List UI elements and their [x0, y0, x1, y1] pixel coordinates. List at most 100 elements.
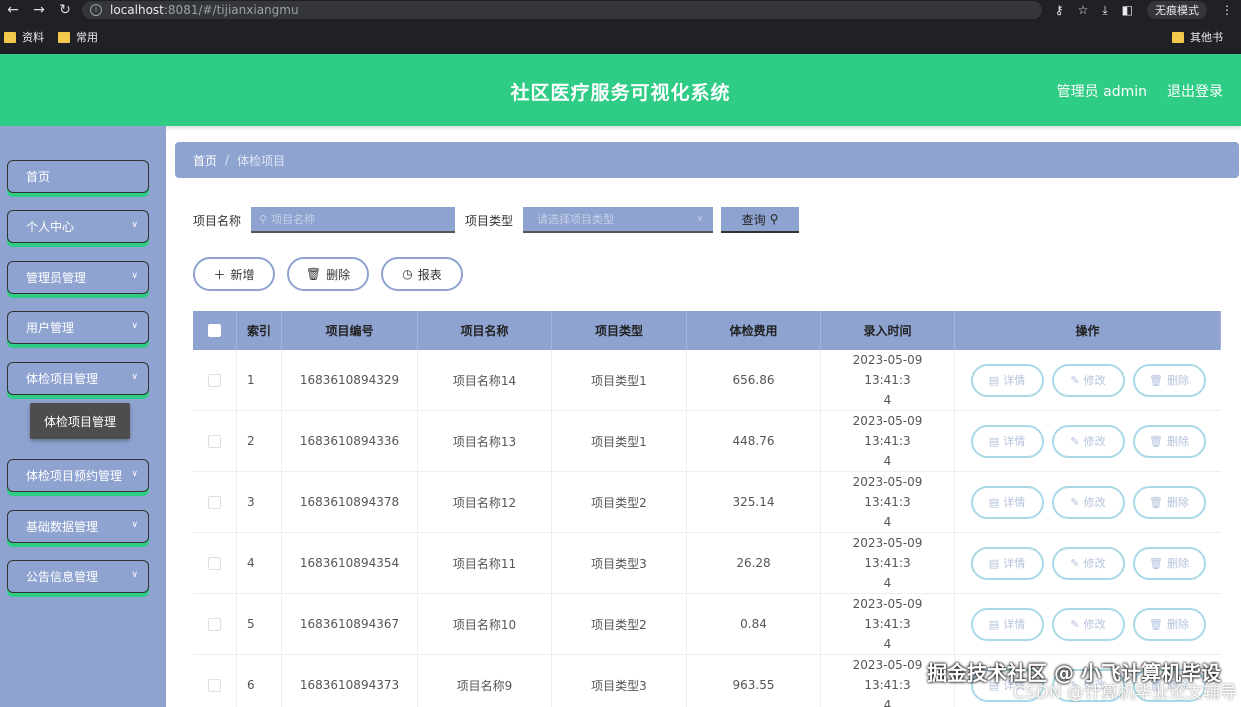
cell-time: 2023-05-09 13:41:3 4	[821, 594, 955, 654]
cell-ops: ▤ 详情 ✎ 修改 🗑 删除	[955, 533, 1221, 593]
cell-ops: ▤ 详情 ✎ 修改 🗑 删除	[955, 472, 1221, 532]
row-checkbox[interactable]	[208, 434, 221, 448]
row-checkbox[interactable]	[208, 556, 221, 570]
cell-time-line2: 4	[883, 576, 892, 590]
sidepanel-icon[interactable]: ◧	[1122, 3, 1133, 17]
row-checkbox[interactable]	[208, 373, 221, 387]
sidebar-item-admins[interactable]: 管理员管理 ∨	[7, 261, 149, 294]
select-all-checkbox[interactable]	[208, 324, 221, 337]
header-index: 索引	[237, 311, 282, 350]
reload-icon[interactable]: ↻	[52, 2, 78, 18]
star-icon[interactable]: ☆	[1078, 3, 1089, 17]
delete-button[interactable]: 🗑 删除	[1132, 546, 1206, 580]
breadcrumb-home[interactable]: 首页	[193, 152, 217, 169]
cell-time-line1: 2023-05-09 13:41:3	[852, 414, 923, 448]
table-row: 4 1683610894354 项目名称11 项目类型3 26.28 2023-05-09…	[193, 533, 1221, 594]
cell-index: 1	[237, 350, 282, 410]
report-button[interactable]: ◷ 报表	[381, 257, 463, 291]
row-select-cell	[193, 350, 237, 410]
delete-button[interactable]: 🗑 删除	[1132, 424, 1206, 458]
cell-fee: 0.84	[687, 594, 821, 654]
edit-button[interactable]: ✎ 修改	[1051, 546, 1125, 580]
cell-type: 项目类型1	[552, 350, 687, 410]
cell-type: 项目类型2	[552, 594, 687, 654]
logout-link[interactable]: 退出登录	[1167, 81, 1223, 101]
row-select-cell	[193, 594, 237, 654]
trash-icon: 🗑	[1149, 617, 1163, 631]
row-checkbox[interactable]	[208, 495, 221, 509]
sidebar-item-appointments[interactable]: 体检项目预约管理 ∨	[7, 459, 149, 492]
chevron-down-icon: ∨	[131, 520, 138, 530]
cell-code: 1683610894336	[282, 411, 418, 471]
trash-icon: 🗑	[1149, 434, 1163, 448]
submenu-item-checkup-projects[interactable]: 体检项目管理	[30, 403, 130, 439]
delete-button[interactable]: 🗑 删除	[1132, 485, 1206, 519]
info-icon[interactable]: i	[90, 4, 102, 16]
select-all-cell	[193, 311, 237, 350]
cell-ops: ▤ 详情 ✎ 修改 🗑 删除	[955, 594, 1221, 654]
table-row: 3 1683610894378 项目名称12 项目类型2 325.14 2023-05-0…	[193, 472, 1221, 533]
detail-button[interactable]: ▤ 详情	[970, 485, 1044, 519]
cell-type: 项目类型3	[552, 655, 687, 707]
back-icon[interactable]: ←	[0, 2, 26, 18]
header-fee: 体检费用	[687, 311, 821, 350]
edit-button[interactable]: ✎ 修改	[1051, 485, 1125, 519]
document-icon: ▤	[988, 434, 1000, 448]
chevron-down-icon: ∨	[131, 321, 138, 331]
trash-icon: 🗑	[1149, 373, 1163, 387]
sidebar-item-base-data[interactable]: 基础数据管理 ∨	[7, 510, 149, 543]
table-body: 1 1683610894329 项目名称14 项目类型1 656.86 2023-05-0…	[193, 350, 1221, 707]
trash-icon: 🗑	[305, 267, 322, 281]
edit-button[interactable]: ✎ 修改	[1051, 424, 1125, 458]
cell-time-line2: 4	[883, 698, 892, 707]
sidebar-item-profile[interactable]: 个人中心 ∨	[7, 210, 149, 243]
address-bar[interactable]: i localhost:8081/#/tijianxiangmu	[82, 1, 1042, 19]
menu-dots-icon[interactable]: ⋮	[1221, 3, 1233, 17]
sidebar-item-announcements[interactable]: 公告信息管理 ∨	[7, 560, 149, 593]
forward-icon[interactable]: →	[26, 2, 52, 18]
sidebar-item-checkup-projects[interactable]: 体检项目管理 ∨	[7, 362, 149, 395]
bookmarks-bar: 资料 常用 其他书	[0, 20, 1241, 54]
edit-button[interactable]: ✎ 修改	[1051, 607, 1125, 641]
bookmark-folder[interactable]: 常用	[58, 29, 98, 45]
incognito-badge[interactable]: 无痕模式	[1147, 1, 1207, 19]
delete-button[interactable]: 🗑 删除	[1132, 363, 1206, 397]
chevron-down-icon: ∨	[131, 271, 138, 281]
batch-delete-button[interactable]: 🗑 删除	[287, 257, 369, 291]
download-icon[interactable]: ⤓	[1102, 3, 1107, 18]
cell-index: 4	[237, 533, 282, 593]
cell-code: 1683610894373	[282, 655, 418, 707]
row-select-cell	[193, 472, 237, 532]
delete-button[interactable]: 🗑 删除	[1132, 607, 1206, 641]
detail-button[interactable]: ▤ 详情	[970, 546, 1044, 580]
row-checkbox[interactable]	[208, 617, 221, 631]
project-type-placeholder: 请选择项目类型	[537, 213, 615, 226]
chevron-down-icon: ∨	[131, 372, 138, 382]
add-button[interactable]: ＋新增	[193, 257, 275, 291]
sidebar-item-home[interactable]: 首页	[7, 160, 149, 193]
edit-button[interactable]: ✎ 修改	[1051, 363, 1125, 397]
project-name-input[interactable]: ⚲ 项目名称	[251, 207, 456, 233]
type-label: 项目类型	[465, 213, 514, 228]
query-button[interactable]: 查询 ⚲	[721, 207, 800, 233]
document-icon: ▤	[988, 617, 1000, 631]
breadcrumb: 首页 / 体检项目	[175, 142, 1239, 178]
sidebar: 首页 个人中心 ∨ 管理员管理 ∨ 用户管理 ∨ 体检项目管理 ∨ 体检项目管理 体检项…	[0, 126, 166, 707]
name-label: 项目名称	[193, 213, 242, 228]
cell-time-line1: 2023-05-09 13:41:3	[852, 475, 923, 509]
project-type-select[interactable]: 请选择项目类型 ∨	[523, 207, 714, 233]
sidebar-item-users[interactable]: 用户管理 ∨	[7, 311, 149, 344]
header-type: 项目类型	[552, 311, 687, 350]
detail-button[interactable]: ▤ 详情	[970, 424, 1044, 458]
cell-time-line1: 2023-05-09 13:41:3	[852, 536, 923, 570]
bookmark-folder[interactable]: 资料	[4, 29, 44, 45]
action-bar: ＋新增 🗑 删除 ◷ 报表	[193, 257, 463, 291]
bookmark-folder-other[interactable]: 其他书	[1172, 29, 1227, 45]
folder-icon	[1172, 31, 1184, 43]
pencil-icon: ✎	[1070, 495, 1080, 509]
cell-time: 2023-05-09 13:41:3 4	[821, 411, 955, 471]
key-icon[interactable]: ⚷	[1055, 3, 1064, 17]
row-checkbox[interactable]	[208, 678, 221, 692]
detail-button[interactable]: ▤ 详情	[970, 363, 1044, 397]
detail-button[interactable]: ▤ 详情	[970, 607, 1044, 641]
